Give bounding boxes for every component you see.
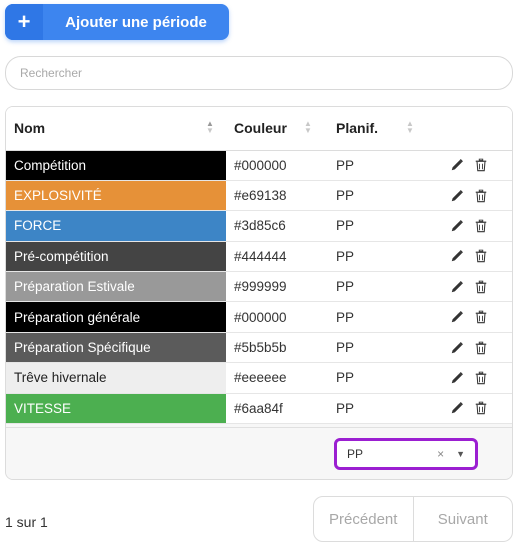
planif-filter-select[interactable]: PP × ▼ (334, 438, 478, 470)
table-row: Trêve hivernale #eeeeee PP (6, 362, 512, 394)
pencil-icon[interactable] (450, 401, 464, 415)
pencil-icon[interactable] (450, 371, 464, 385)
cell-couleur: #e69138 (226, 180, 328, 212)
cell-planif: PP (328, 150, 430, 181)
filter-row: PP × ▼ (6, 427, 512, 479)
cell-planif: PP (328, 301, 430, 333)
cell-planif: PP (328, 241, 430, 273)
trash-icon[interactable] (474, 401, 488, 415)
pencil-icon[interactable] (450, 249, 464, 263)
table-header-row: Nom ▲ ▼ Couleur ▲ ▼ Planif. ▲ ▼ (6, 107, 512, 151)
periods-table-panel: Nom ▲ ▼ Couleur ▲ ▼ Planif. ▲ ▼ Compétition… (5, 106, 513, 480)
trash-icon[interactable] (474, 341, 488, 355)
cell-nom: Compétition (6, 150, 226, 181)
periods-table: Nom ▲ ▼ Couleur ▲ ▼ Planif. ▲ ▼ Compétition… (6, 107, 512, 425)
column-header-label: Planif. (336, 120, 379, 137)
cell-couleur: #3d85c6 (226, 210, 328, 242)
column-header-nom[interactable]: Nom ▲ ▼ (6, 107, 226, 151)
column-header-couleur[interactable]: Couleur ▲ ▼ (226, 107, 328, 151)
sort-icon[interactable]: ▲ ▼ (406, 120, 414, 135)
cell-actions (430, 180, 512, 212)
trash-icon[interactable] (474, 189, 488, 203)
previous-page-button[interactable]: Précédent (314, 497, 413, 541)
next-page-button[interactable]: Suivant (412, 497, 513, 541)
table-row: Préparation Estivale #999999 PP (6, 271, 512, 303)
pagination: Précédent Suivant (313, 496, 513, 542)
cell-couleur: #000000 (226, 301, 328, 333)
pencil-icon[interactable] (450, 280, 464, 294)
cell-actions (430, 332, 512, 364)
cell-couleur: #999999 (226, 271, 328, 303)
column-header-actions (430, 107, 512, 151)
cell-actions (430, 301, 512, 333)
column-header-label: Couleur (234, 120, 287, 137)
table-row: VITESSE #6aa84f PP (6, 393, 512, 425)
cell-couleur: #eeeeee (226, 362, 328, 394)
table-row: Préparation Spécifique #5b5b5b PP (6, 332, 512, 364)
trash-icon[interactable] (474, 219, 488, 233)
table-row: FORCE #3d85c6 PP (6, 210, 512, 242)
clear-icon[interactable]: × (437, 447, 444, 461)
sort-icon[interactable]: ▲ ▼ (206, 120, 214, 135)
pencil-icon[interactable] (450, 158, 464, 172)
cell-planif: PP (328, 332, 430, 364)
cell-couleur: #5b5b5b (226, 332, 328, 364)
cell-couleur: #444444 (226, 241, 328, 273)
trash-icon[interactable] (474, 310, 488, 324)
cell-nom: Pré-compétition (6, 241, 226, 273)
column-header-label: Nom (14, 120, 46, 137)
sort-icon[interactable]: ▲ ▼ (304, 120, 312, 135)
pencil-icon[interactable] (450, 219, 464, 233)
cell-actions (430, 393, 512, 425)
cell-nom: Préparation Estivale (6, 271, 226, 303)
cell-planif: PP (328, 271, 430, 303)
cell-actions (430, 210, 512, 242)
search-input[interactable] (5, 56, 513, 90)
column-header-planif[interactable]: Planif. ▲ ▼ (328, 107, 430, 151)
pencil-icon[interactable] (450, 189, 464, 203)
cell-couleur: #6aa84f (226, 393, 328, 425)
add-period-label: Ajouter une période (65, 13, 207, 31)
cell-actions (430, 241, 512, 273)
cell-nom: EXPLOSIVITÉ (6, 180, 226, 212)
cell-actions (430, 150, 512, 181)
cell-nom: Trêve hivernale (6, 362, 226, 394)
cell-planif: PP (328, 210, 430, 242)
chevron-down-icon[interactable]: ▼ (456, 449, 465, 459)
table-row: Compétition #000000 PP (6, 150, 512, 181)
cell-planif: PP (328, 362, 430, 394)
cell-nom: Préparation Spécifique (6, 332, 226, 364)
cell-planif: PP (328, 180, 430, 212)
add-period-button[interactable]: + Ajouter une période (5, 4, 229, 40)
plus-icon: + (5, 4, 43, 40)
pencil-icon[interactable] (450, 310, 464, 324)
cell-nom: FORCE (6, 210, 226, 242)
pencil-icon[interactable] (450, 341, 464, 355)
pagination-status: 1 sur 1 (5, 514, 48, 530)
trash-icon[interactable] (474, 158, 488, 172)
trash-icon[interactable] (474, 280, 488, 294)
table-row: Pré-compétition #444444 PP (6, 241, 512, 273)
trash-icon[interactable] (474, 371, 488, 385)
planif-filter-value: PP (347, 447, 364, 461)
trash-icon[interactable] (474, 249, 488, 263)
table-row: EXPLOSIVITÉ #e69138 PP (6, 180, 512, 212)
cell-couleur: #000000 (226, 150, 328, 181)
cell-planif: PP (328, 393, 430, 425)
cell-nom: VITESSE (6, 393, 226, 425)
cell-actions (430, 362, 512, 394)
table-row: Préparation générale #000000 PP (6, 301, 512, 333)
cell-nom: Préparation générale (6, 301, 226, 333)
cell-actions (430, 271, 512, 303)
